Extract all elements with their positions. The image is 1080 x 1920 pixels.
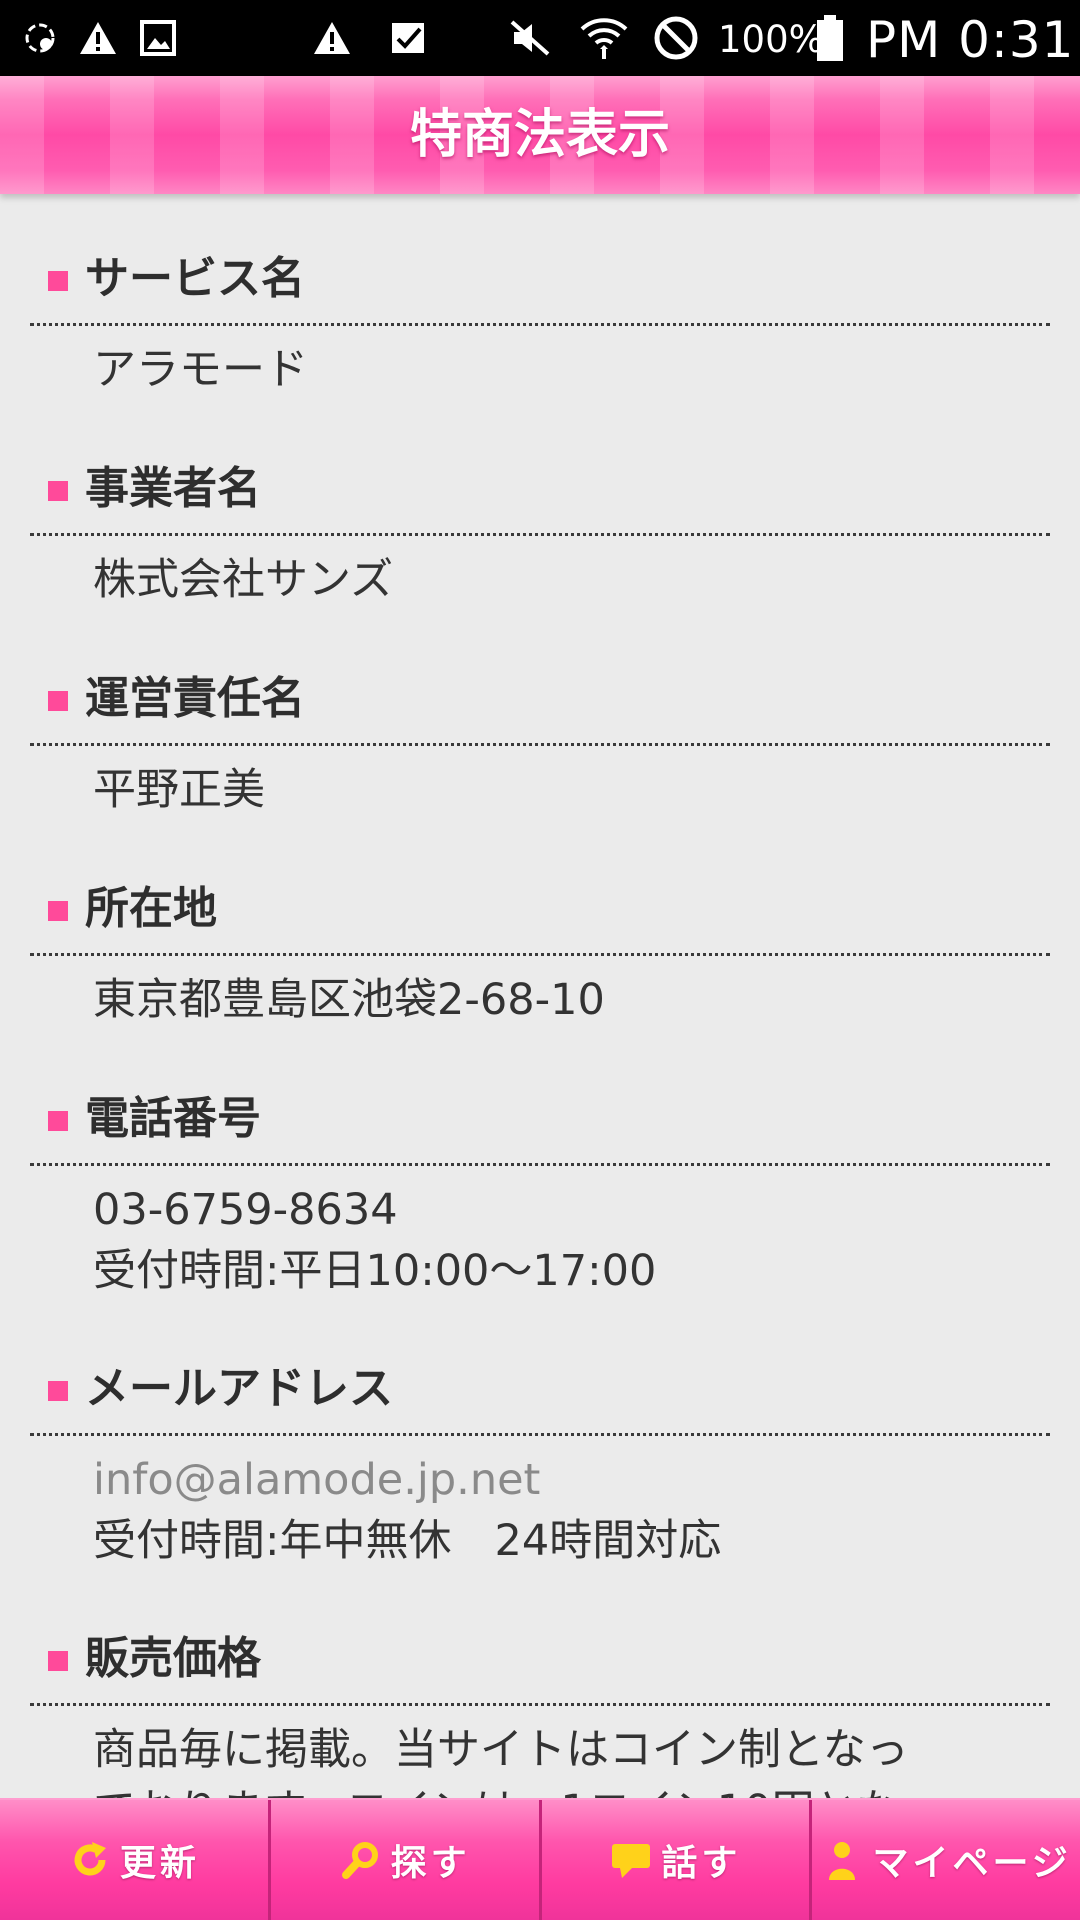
- bullet-square-icon: [48, 901, 68, 921]
- bottom-nav: 更新 探す 話す マイページ: [0, 1798, 1080, 1920]
- section-body: 平野正美: [30, 746, 1050, 821]
- section-header: 電話番号: [30, 1034, 1050, 1166]
- section-header: 所在地: [30, 824, 1050, 956]
- no-disturb-icon: [650, 0, 702, 76]
- section-title: 電話番号: [85, 1093, 261, 1144]
- phone-hours-value: 受付時間:平日10:00〜17:00: [93, 1246, 657, 1296]
- person-icon: [820, 1838, 864, 1882]
- image-icon: [136, 0, 180, 76]
- section-title: サービス名: [85, 253, 305, 304]
- section-header: メールアドレス: [30, 1304, 1050, 1436]
- bullet-square-icon: [48, 271, 68, 291]
- section-body: info@alamode.jp.net 受付時間:年中無休 24時間対応: [30, 1436, 1050, 1572]
- section-body: アラモード: [30, 326, 1050, 401]
- legal-notice-content: サービス名 アラモード 事業者名 株式会社サンズ 運営責任名 平野正美 所在地 …: [30, 194, 1050, 1800]
- search-label: 探す: [390, 1843, 471, 1884]
- business-name-value: 株式会社サンズ: [93, 555, 394, 605]
- bullet-square-icon: [48, 691, 68, 711]
- bullet-square-icon: [48, 1111, 68, 1131]
- bullet-square-icon: [48, 1651, 68, 1671]
- bullet-square-icon: [48, 481, 68, 501]
- price-text-line: 商品毎に掲載。当サイトはコイン制となっ: [93, 1725, 909, 1775]
- checklist-icon: [386, 0, 430, 76]
- section-address: 所在地 東京都豊島区池袋2-68-10: [30, 824, 1050, 1031]
- search-icon: [339, 1838, 383, 1882]
- chat-button[interactable]: 話す: [542, 1800, 813, 1920]
- section-title: メールアドレス: [85, 1363, 393, 1414]
- section-phone: 電話番号 03-6759-8634 受付時間:平日10:00〜17:00: [30, 1034, 1050, 1302]
- battery-icon: [812, 0, 848, 76]
- refresh-label: 更新: [119, 1843, 200, 1884]
- section-business-name: 事業者名 株式会社サンズ: [30, 404, 1050, 611]
- manager-name-value: 平野正美: [93, 765, 265, 815]
- section-header: サービス名: [30, 194, 1050, 326]
- section-header: 運営責任名: [30, 614, 1050, 746]
- section-body: 商品毎に掲載。当サイトはコイン制となっ ております。コインは、1コイン10円とな: [30, 1706, 1050, 1800]
- battery-percent: 100%: [718, 18, 824, 61]
- section-title: 運営責任名: [85, 673, 305, 724]
- mypage-button[interactable]: マイページ: [812, 1800, 1080, 1920]
- settings-sync-icon: [20, 0, 60, 76]
- clock: PM 0:31: [866, 11, 1075, 69]
- bullet-square-icon: [48, 1381, 68, 1401]
- section-email: メールアドレス info@alamode.jp.net 受付時間:年中無休 24…: [30, 1304, 1050, 1572]
- section-manager-name: 運営責任名 平野正美: [30, 614, 1050, 821]
- email-hours-value: 受付時間:年中無休 24時間対応: [93, 1516, 722, 1566]
- chat-bubble-icon: [609, 1838, 653, 1882]
- address-value: 東京都豊島区池袋2-68-10: [93, 975, 605, 1025]
- warning-icon: [310, 0, 354, 76]
- section-header: 販売価格: [30, 1574, 1050, 1706]
- phone-number-value[interactable]: 03-6759-8634: [93, 1180, 1050, 1241]
- section-service-name: サービス名 アラモード: [30, 194, 1050, 401]
- section-title: 販売価格: [85, 1633, 261, 1684]
- section-title: 事業者名: [85, 463, 261, 514]
- wifi-icon: [576, 0, 632, 76]
- mypage-label: マイページ: [872, 1843, 1072, 1884]
- email-link[interactable]: info@alamode.jp.net: [93, 1450, 1050, 1511]
- warning-icon: [76, 0, 120, 76]
- section-header: 事業者名: [30, 404, 1050, 536]
- refresh-button[interactable]: 更新: [0, 1800, 271, 1920]
- page-header: 特商法表示: [0, 76, 1080, 194]
- section-price: 販売価格 商品毎に掲載。当サイトはコイン制となっ ております。コインは、1コイン…: [30, 1574, 1050, 1800]
- section-body: 03-6759-8634 受付時間:平日10:00〜17:00: [30, 1166, 1050, 1302]
- service-name-value: アラモード: [93, 345, 308, 395]
- status-bar: 100% PM 0:31: [0, 0, 1080, 76]
- search-button[interactable]: 探す: [271, 1800, 542, 1920]
- section-title: 所在地: [85, 883, 217, 934]
- section-body: 東京都豊島区池袋2-68-10: [30, 956, 1050, 1031]
- refresh-icon: [68, 1838, 112, 1882]
- chat-label: 話す: [661, 1843, 742, 1884]
- section-body: 株式会社サンズ: [30, 536, 1050, 611]
- page-title: 特商法表示: [409, 105, 670, 165]
- mute-icon: [506, 0, 554, 76]
